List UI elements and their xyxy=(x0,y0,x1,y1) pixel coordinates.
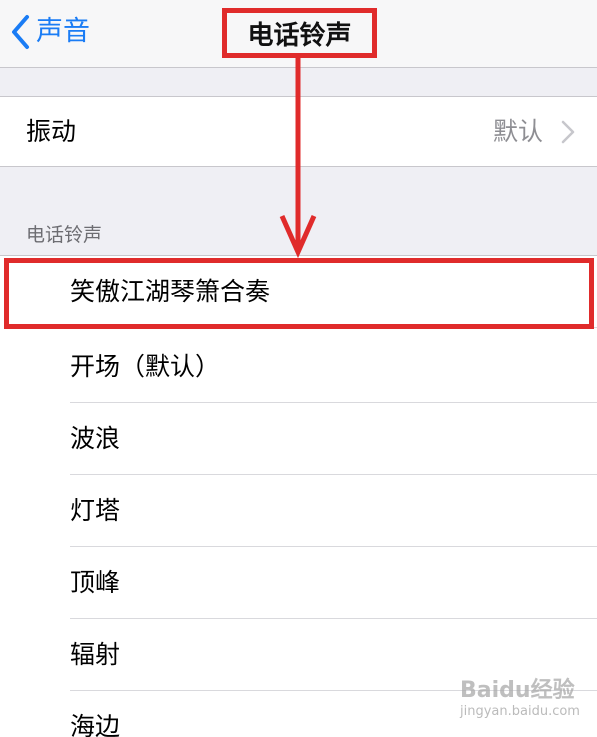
watermark: Baidu经验 jingyan.baidu.com xyxy=(456,672,580,728)
ringtone-label: 开场（默认） xyxy=(70,352,221,381)
ringtone-item[interactable]: 顶峰 xyxy=(0,547,597,619)
ringtone-item[interactable]: 灯塔 xyxy=(0,475,597,547)
watermark-brand: Baidu经验 xyxy=(460,678,575,703)
ringtone-label: 顶峰 xyxy=(70,568,121,597)
ringtone-label: 灯塔 xyxy=(70,496,121,525)
vibration-value: 默认 xyxy=(492,117,543,146)
ringtone-item[interactable]: 笑傲江湖琴箫合奏 xyxy=(0,256,597,328)
ringtone-item[interactable]: 开场（默认） xyxy=(0,331,597,403)
chevron-left-icon xyxy=(12,15,29,49)
chevron-right-icon xyxy=(561,120,575,144)
ringtone-label: 笑傲江湖琴箫合奏 xyxy=(70,277,271,306)
ringtone-label: 波浪 xyxy=(70,424,121,453)
vibration-label: 振动 xyxy=(26,117,77,146)
watermark-url: jingyan.baidu.com xyxy=(460,704,580,719)
navigation-bar: 声音 电话铃声 xyxy=(0,0,597,68)
page-title: 电话铃声 xyxy=(222,8,377,58)
ringtone-label: 海边 xyxy=(70,712,121,737)
ringtone-label: 辐射 xyxy=(70,640,121,669)
ringtone-list: 笑傲江湖琴箫合奏 开场（默认） 波浪 灯塔 顶峰 辐射 海边 xyxy=(0,255,597,737)
back-button-label: 声音 xyxy=(36,16,90,47)
divider xyxy=(70,327,597,328)
section-header-ringtones: 电话铃声 xyxy=(26,224,103,246)
ringtone-item[interactable]: 波浪 xyxy=(0,403,597,475)
vibration-row[interactable]: 振动 默认 xyxy=(0,96,597,167)
back-button[interactable]: 声音 xyxy=(10,12,90,52)
